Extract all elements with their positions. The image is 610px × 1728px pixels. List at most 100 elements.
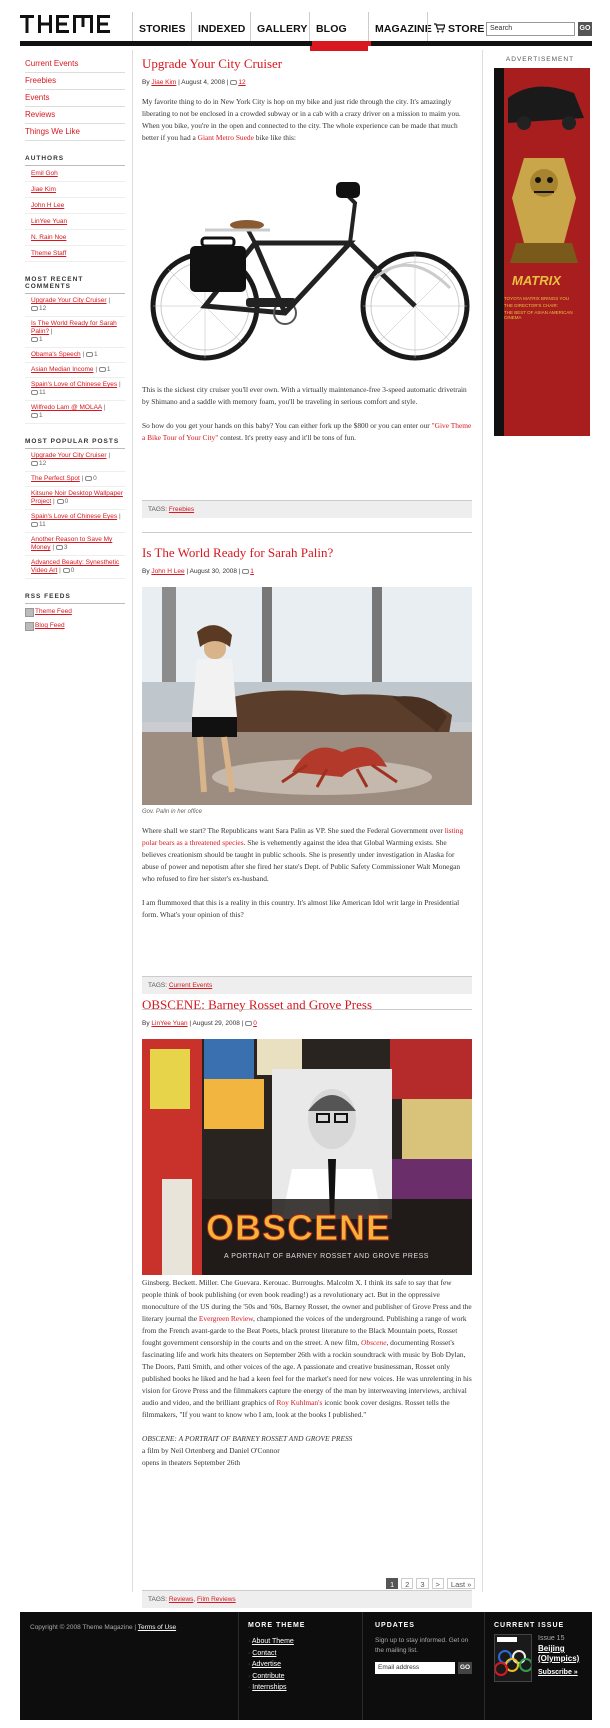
subscribe-link[interactable]: Subscribe » (538, 1668, 590, 1678)
post-link[interactable]: Upgrade Your City Cruiser (31, 452, 107, 459)
footer-link-internships[interactable]: Internships (252, 1684, 286, 1691)
site-footer: Copyright © 2008 Theme Magazine | Terms … (20, 1612, 592, 1720)
search-input[interactable]: Search (486, 22, 575, 36)
author-link[interactable]: Theme Staff (25, 246, 125, 262)
post-author-link[interactable]: LinYee Yuan (151, 1020, 187, 1027)
post-tags: TAGS: Current Events (142, 976, 472, 994)
post-title[interactable]: OBSCENE: Barney Rosset and Grove Press (142, 997, 472, 1013)
post-author-link[interactable]: Jiae Kim (151, 79, 176, 86)
post-title[interactable]: Upgrade Your City Cruiser (142, 56, 472, 72)
post-author-link[interactable]: John H Lee (151, 568, 184, 575)
tag-link[interactable]: Reviews (169, 1596, 194, 1603)
section-link-things-we-like[interactable]: Things We Like (25, 124, 125, 141)
active-tab-indicator (312, 41, 371, 46)
comment-icon (31, 336, 38, 342)
section-link-freebies[interactable]: Freebies (25, 73, 125, 90)
tag-link[interactable]: Film Reviews (197, 1596, 236, 1603)
ad-brand: MATRIX (512, 273, 561, 288)
post-comment-count[interactable]: 1 (250, 568, 254, 575)
email-field[interactable]: Email address (375, 1662, 455, 1674)
comment-icon (31, 305, 38, 311)
list-item: Upgrade Your City Cruiser | 12 (25, 449, 125, 472)
authors-list: Emil Goh Jiae Kim John H Lee LinYee Yuan… (25, 166, 125, 262)
comment-count: 0 (93, 475, 97, 482)
comment-count: 11 (39, 389, 46, 396)
issue-cover-art (495, 1635, 531, 1681)
footer-link-about[interactable]: About Theme (252, 1638, 294, 1645)
search-go-button[interactable]: GO (578, 22, 592, 36)
post-link[interactable]: Kitsune Noir Desktop Wallpaper Project (31, 490, 123, 505)
section-link-current-events[interactable]: Current Events (25, 56, 125, 73)
author-link[interactable]: LinYee Yuan (25, 214, 125, 230)
post-body: Ginsberg. Beckett. Miller. Che Guevara. … (142, 1278, 472, 1467)
rss-link-theme-feed[interactable]: Theme Feed (25, 604, 125, 618)
author-link[interactable]: N. Rain Noe (25, 230, 125, 246)
section-link-reviews[interactable]: Reviews (25, 107, 125, 124)
blog-post: Is The World Ready for Sarah Palin? By J… (142, 545, 472, 1015)
issue-cover[interactable] (494, 1634, 532, 1682)
footer-divider (238, 1612, 239, 1720)
inline-link[interactable]: Obscene (361, 1338, 386, 1347)
more-theme-links: About Theme Contact Advertise Contribute… (248, 1636, 294, 1694)
email-go-button[interactable]: GO (458, 1662, 472, 1674)
issue-title[interactable]: Beijing (Olympics) (538, 1644, 590, 1664)
tag-link[interactable]: Current Events (169, 982, 212, 989)
footer-divider (362, 1612, 363, 1720)
post-link[interactable]: Obama's Speech (31, 351, 81, 358)
post-link[interactable]: Spain's Love of Chinese Eyes (31, 513, 117, 520)
inline-link[interactable]: Roy Kuhlman's (276, 1398, 322, 1407)
advertisement-banner[interactable]: MATRIX TOYOTA MATRIX BRINGS YOU THE DIRE… (494, 68, 590, 436)
comment-count: 1 (94, 351, 98, 358)
footer-link-contribute[interactable]: Contribute (252, 1673, 284, 1680)
ad-artwork (494, 68, 590, 436)
film-credit-title: OBSCENE: A PORTRAIT OF BARNEY ROSSET AND… (142, 1434, 353, 1443)
comment-icon (31, 521, 38, 527)
comment-count: 3 (63, 544, 68, 551)
footer-link-contact[interactable]: Contact (252, 1650, 276, 1657)
author-link[interactable]: Emil Goh (25, 166, 125, 182)
post-link[interactable]: Is The World Ready for Sarah Palin? (31, 320, 117, 335)
list-item: Kitsune Noir Desktop Wallpaper Project |… (25, 487, 125, 510)
post-body: My favorite thing to do in New York City… (142, 97, 461, 142)
author-link[interactable]: John H Lee (25, 198, 125, 214)
post-link[interactable]: Wilfredo Lam @ MOLAA (31, 404, 102, 411)
comment-count: 1 (106, 366, 111, 373)
theme-logo[interactable] (20, 15, 122, 33)
comment-icon (31, 412, 38, 418)
post-link[interactable]: The Perfect Spot (31, 475, 80, 482)
list-item: Spain's Love of Chinese Eyes | 11 (25, 378, 125, 401)
post-meta: By LinYee Yuan | August 29, 2008 | 0 (142, 1020, 257, 1027)
pagination: 1 2 3 > Last » (386, 1578, 476, 1589)
section-link-events[interactable]: Events (25, 90, 125, 107)
advertisement-label: ADVERTISEMENT (505, 56, 575, 63)
comment-count: 1 (39, 412, 43, 419)
terms-link[interactable]: Terms of Use (138, 1624, 176, 1631)
post-link[interactable]: Another Reason to Save My Money (31, 536, 112, 551)
authors-heading: AUTHORS (25, 155, 125, 166)
page-1[interactable]: 1 (386, 1578, 399, 1589)
issue-number: Issue 15 (538, 1635, 565, 1642)
inline-link[interactable]: Giant Metro Suede (198, 133, 254, 142)
footer-divider (484, 1612, 485, 1720)
rss-heading: RSS FEEDS (25, 593, 125, 604)
page-next[interactable]: > (431, 1578, 444, 1589)
list-item: Advanced Beauty: Synesthetic Video Art |… (25, 556, 125, 579)
post-link[interactable]: Advanced Beauty: Synesthetic Video Art (31, 559, 119, 574)
post-title[interactable]: Is The World Ready for Sarah Palin? (142, 545, 472, 561)
post-link[interactable]: Asian Median Income (31, 366, 94, 373)
footer-link-advertise[interactable]: Advertise (252, 1661, 281, 1668)
post-link[interactable]: Spain's Love of Chinese Eyes (31, 381, 117, 388)
rss-link-blog-feed[interactable]: Blog Feed (25, 618, 125, 632)
author-link[interactable]: Jiae Kim (25, 182, 125, 198)
cart-icon (434, 23, 445, 33)
inline-link[interactable]: Evergreen Review (199, 1314, 253, 1323)
more-theme-heading: MORE THEME (248, 1622, 306, 1629)
post-link[interactable]: Upgrade Your City Cruiser (31, 297, 107, 304)
current-issue-heading: CURRENT ISSUE (494, 1622, 565, 1629)
post-comment-count[interactable]: 0 (253, 1020, 257, 1027)
page-3[interactable]: 3 (416, 1578, 429, 1589)
tag-link[interactable]: Freebies (169, 506, 194, 513)
page-2[interactable]: 2 (401, 1578, 414, 1589)
page-last[interactable]: Last » (446, 1578, 476, 1589)
post-comment-count[interactable]: 12 (238, 79, 245, 86)
